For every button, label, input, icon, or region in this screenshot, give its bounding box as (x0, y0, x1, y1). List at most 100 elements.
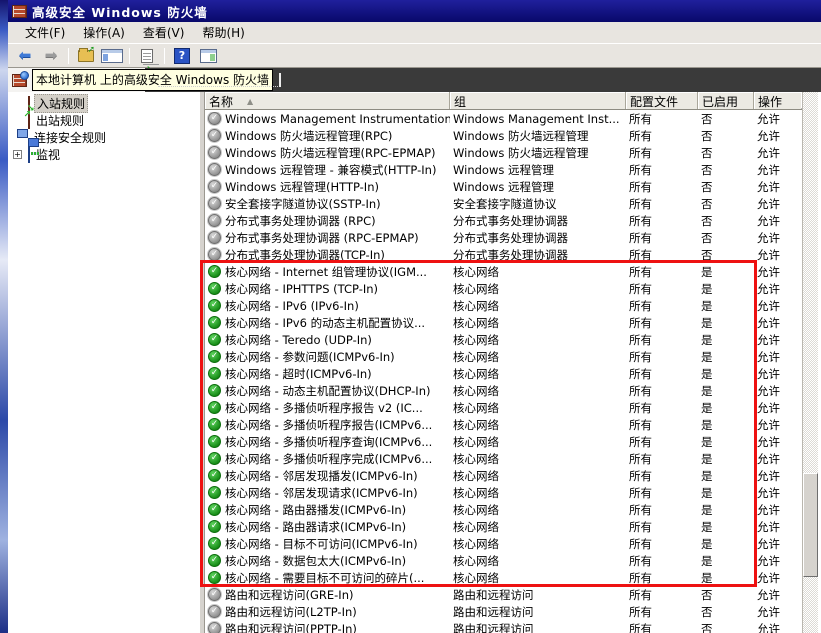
console-tree-pane: ↘入站规则↗出站规则连接安全规则+监视 (8, 92, 200, 633)
help-button[interactable]: ? (171, 46, 193, 66)
rule-action: 允许 (754, 111, 801, 127)
sidebar-item-connection-security[interactable]: 连接安全规则 (8, 129, 200, 146)
rule-profile: 所有 (626, 587, 698, 603)
globe-icon (20, 71, 29, 80)
table-row[interactable]: ✓Windows 防火墙远程管理(RPC-EPMAP)Windows 防火墙远程… (205, 144, 801, 161)
rule-action: 允许 (754, 349, 801, 365)
outbound-rules-icon: ↗ (28, 114, 30, 128)
rule-enabled: 否 (698, 179, 754, 195)
sidebar-item-inbound[interactable]: ↘入站规则 (8, 95, 200, 112)
table-row[interactable]: ✓Windows 远程管理 - 兼容模式(HTTP-In)Windows 远程管… (205, 161, 801, 178)
rule-name: 安全套接字隧道协议(SSTP-In) (225, 196, 381, 212)
rule-enabled: 否 (698, 230, 754, 246)
rule-name: Windows 防火墙远程管理(RPC) (225, 128, 392, 144)
inbound-rules-icon: ↘ (28, 97, 30, 111)
forward-button[interactable]: ➡ (40, 46, 62, 66)
rule-enabled: 否 (698, 162, 754, 178)
rule-status-disabled-icon: ✓ (208, 180, 221, 193)
rule-group: 安全套接字隧道协议 (450, 196, 626, 212)
column-header-action[interactable]: 操作 (754, 92, 801, 109)
table-row[interactable]: ✓安全套接字隧道协议(SSTP-In)安全套接字隧道协议所有否允许 (205, 195, 801, 212)
menu-help[interactable]: 帮助(H) (193, 22, 253, 43)
rule-action: 允许 (754, 485, 801, 501)
firewall-console-window: 高级安全 Windows 防火墙 文件(F) 操作(A) 查看(V) 帮助(H)… (8, 0, 821, 633)
rule-enabled: 否 (698, 587, 754, 603)
up-one-level-button[interactable]: ➚ (75, 46, 97, 66)
rule-action: 允许 (754, 213, 801, 229)
rule-enabled: 否 (698, 621, 754, 633)
sidebar-item-monitoring[interactable]: +监视 (8, 146, 200, 163)
sidebar-item-label: 连接安全规则 (32, 129, 108, 146)
table-row[interactable]: ✓分布式事务处理协调器 (RPC)分布式事务处理协调器所有否允许 (205, 212, 801, 229)
menu-action[interactable]: 操作(A) (74, 22, 134, 43)
rule-action: 允许 (754, 298, 801, 314)
rule-group: 路由和远程访问 (450, 604, 626, 620)
rule-action: 允许 (754, 128, 801, 144)
background-window-edge (0, 0, 8, 633)
show-action-pane-button[interactable] (197, 46, 219, 66)
rule-group: 分布式事务处理协调器 (450, 213, 626, 229)
column-header-name[interactable]: 名称▲ (205, 92, 450, 109)
rule-profile: 所有 (626, 179, 698, 195)
menu-view[interactable]: 查看(V) (134, 22, 194, 43)
rule-name: 路由和远程访问(GRE-In) (225, 587, 353, 603)
column-header-group[interactable]: 组 (450, 92, 626, 109)
rule-profile: 所有 (626, 128, 698, 144)
sort-ascending-icon: ▲ (247, 97, 253, 106)
rule-action: 允许 (754, 536, 801, 552)
rule-action: 允许 (754, 468, 801, 484)
back-button[interactable]: ⬅ (14, 46, 36, 66)
toolbar-separator (68, 48, 69, 64)
table-row[interactable]: ✓ 路由和远程访问(PPTP-In) 路由和远程访问所有否允许 (205, 620, 801, 633)
monitoring-icon (28, 148, 30, 162)
rule-action: 允许 (754, 281, 801, 297)
export-list-button[interactable]: ➜ (136, 46, 158, 66)
rule-action: 允许 (754, 502, 801, 518)
rule-group: 路由和远程访问 (450, 621, 626, 633)
rule-action: 允许 (754, 621, 801, 633)
rule-action: 允许 (754, 196, 801, 212)
table-row[interactable]: ✓Windows 防火墙远程管理(RPC)Windows 防火墙远程管理所有否允… (205, 127, 801, 144)
rule-profile: 所有 (626, 162, 698, 178)
table-row[interactable]: ✓路由和远程访问(L2TP-In)路由和远程访问所有否允许 (205, 603, 801, 620)
rule-action: 允许 (754, 162, 801, 178)
title-bar[interactable]: 高级安全 Windows 防火墙 (8, 0, 821, 22)
rule-action: 允许 (754, 553, 801, 569)
toolbar-separator (164, 48, 165, 64)
rule-group: Windows 防火墙远程管理 (450, 145, 626, 161)
rule-name: 分布式事务处理协调器 (RPC-EPMAP) (225, 230, 419, 246)
table-row[interactable]: ✓Windows Management Instrumentation...Wi… (205, 110, 801, 127)
show-console-tree-button[interactable] (101, 46, 123, 66)
expand-icon[interactable]: + (13, 150, 22, 159)
vertical-scrollbar[interactable] (802, 92, 818, 633)
sidebar-item-outbound[interactable]: ↗出站规则 (8, 112, 200, 129)
help-icon: ? (174, 48, 190, 64)
screen: 高级安全 Windows 防火墙 文件(F) 操作(A) 查看(V) 帮助(H)… (0, 0, 821, 633)
rule-name: 路由和远程访问(L2TP-In) (225, 604, 357, 620)
rule-action: 允许 (754, 179, 801, 195)
console-tree-icon (101, 49, 123, 63)
table-row[interactable]: ✓Windows 远程管理(HTTP-In)Windows 远程管理所有否允许 (205, 178, 801, 195)
table-header: 名称▲ 组 配置文件 已启用 操作 ▲ (205, 92, 821, 110)
export-list-icon: ➜ (141, 49, 153, 63)
focus-dots (158, 86, 278, 87)
rule-profile: 所有 (626, 111, 698, 127)
scrollbar-thumb[interactable] (803, 473, 818, 577)
node-title[interactable]: 本地计算机 上的高级安全 Windows 防火墙 (32, 69, 273, 91)
rule-action: 允许 (754, 434, 801, 450)
table-row[interactable]: ✓路由和远程访问(GRE-In)路由和远程访问所有否允许 (205, 586, 801, 603)
table-row[interactable]: ✓分布式事务处理协调器 (RPC-EPMAP)分布式事务处理协调器所有否允许 (205, 229, 801, 246)
menu-file[interactable]: 文件(F) (16, 22, 74, 43)
rule-profile: 所有 (626, 621, 698, 633)
rule-status-disabled-icon: ✓ (208, 622, 221, 633)
highlight-rectangle (200, 260, 757, 587)
rule-group: 分布式事务处理协调器 (450, 230, 626, 246)
rule-action: 允许 (754, 604, 801, 620)
column-header-enabled[interactable]: 已启用 (698, 92, 754, 109)
rule-profile: 所有 (626, 213, 698, 229)
rule-enabled: 否 (698, 196, 754, 212)
rule-name: 路由和远程访问(PPTP-In) (225, 621, 357, 633)
rule-action: 允许 (754, 230, 801, 246)
rule-action: 允许 (754, 570, 801, 586)
column-header-profile[interactable]: 配置文件 (626, 92, 698, 109)
